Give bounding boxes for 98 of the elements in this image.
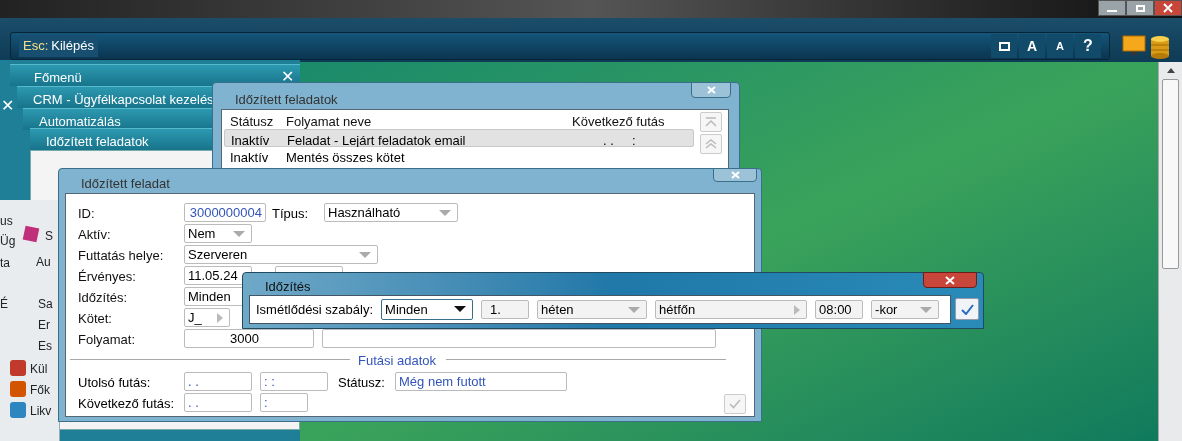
dropdown-arrow-icon	[454, 306, 467, 312]
close-button[interactable]	[691, 82, 731, 98]
table-cell-text: Mentés összes kötet	[286, 149, 405, 167]
window-title: Időzített feladatok	[235, 91, 338, 109]
table-cell-text: Inaktív	[231, 132, 270, 150]
menu-item-label[interactable]: Fők	[30, 381, 50, 399]
chevron-up-bar-icon	[705, 117, 717, 127]
field-label: Státusz:	[338, 374, 385, 392]
field-label: Folyamat:	[78, 331, 136, 349]
larger-font-button[interactable]: A	[1019, 34, 1045, 58]
table-row[interactable]: Inaktív Feladat - Lejárt feladatok email . . :	[224, 129, 694, 147]
section-title: Futási adatok	[358, 352, 437, 370]
window-title: Időzített feladat	[81, 175, 170, 193]
menu-item-label[interactable]: Sa	[38, 295, 53, 313]
field-label: Kötet:	[78, 310, 112, 328]
field-label: Ismétlődési szabály:	[256, 300, 374, 319]
rule-dropdown[interactable]: Minden	[381, 299, 474, 320]
column-header[interactable]: Státusz	[230, 112, 274, 132]
field-label: Időzítés:	[78, 289, 128, 307]
time-field[interactable]: :	[260, 393, 308, 412]
menu-item-icon	[10, 381, 26, 397]
menu-item-label[interactable]: Kül	[30, 360, 48, 378]
menu-item-icon	[10, 402, 26, 418]
check-icon	[729, 399, 741, 409]
number-field[interactable]: 1.	[481, 300, 530, 319]
type-dropdown[interactable]: Használható	[324, 203, 458, 222]
menu-item-label[interactable]: Üg	[0, 232, 16, 250]
field-label: Típus:	[272, 205, 309, 223]
menu-header-title: Főmenü	[34, 69, 82, 87]
close-button[interactable]	[713, 168, 757, 182]
monitor-icon[interactable]	[1122, 35, 1146, 57]
smaller-font-button[interactable]: A	[1047, 34, 1073, 58]
status-field: Még nem futott	[395, 372, 567, 391]
field-label: ID:	[78, 205, 95, 223]
date-field[interactable]: . .	[184, 372, 252, 391]
location-dropdown[interactable]: Szerveren	[184, 245, 378, 264]
unit-dropdown[interactable]: héten	[537, 300, 648, 319]
menu-item-label[interactable]: us	[0, 212, 13, 230]
right-arrow-icon	[794, 305, 801, 315]
maximize-button[interactable]	[1126, 0, 1154, 16]
menu-item-icon	[10, 360, 26, 376]
window-button[interactable]	[991, 34, 1017, 58]
column-header[interactable]: Folyamat neve	[286, 112, 372, 132]
close-icon	[945, 275, 955, 285]
scrollbar[interactable]	[1158, 62, 1182, 441]
double-chevron-up-icon	[705, 139, 717, 149]
process-name-field[interactable]	[322, 329, 716, 348]
dropdown-arrow-icon	[359, 252, 371, 258]
field-label: Futtatás helye:	[78, 247, 164, 265]
minimize-button[interactable]	[1098, 0, 1126, 16]
column-header[interactable]: Következő futás	[572, 112, 665, 132]
dropdown-arrow-icon	[233, 231, 245, 237]
menu-header-title: Automatizálás	[39, 113, 121, 131]
close-icon	[706, 86, 716, 94]
menu-header[interactable]: Időzített feladatok	[30, 128, 213, 150]
date-field[interactable]: 11.05.24	[184, 266, 252, 285]
day-field[interactable]: hétfőn	[655, 300, 808, 319]
time-field[interactable]: 08:00	[815, 300, 864, 319]
help-button[interactable]: ?	[1075, 34, 1101, 58]
dropdown-arrow-icon	[439, 210, 451, 216]
close-icon[interactable]: ✕	[1, 94, 14, 118]
menu-header-title: Időzített feladatok	[46, 133, 149, 151]
table-cell-text: . . :	[603, 132, 636, 150]
coins-icon[interactable]	[1150, 35, 1170, 59]
field-label: Érvényes:	[78, 268, 136, 286]
confirm-button[interactable]	[955, 298, 979, 320]
date-field[interactable]: . .	[184, 393, 252, 412]
process-field[interactable]: 3000	[184, 329, 314, 348]
table-cell-text: Feladat - Lejárt feladatok email	[287, 132, 466, 150]
close-button[interactable]	[923, 272, 977, 288]
dialog-title: Időzítés	[265, 278, 311, 296]
table-cell-text: Inaktív	[230, 149, 269, 167]
suffix-dropdown[interactable]: -kor	[871, 300, 940, 319]
right-arrow-icon	[217, 313, 223, 323]
menu-item-label[interactable]: Er	[38, 316, 50, 334]
menu-header-title: CRM - Ügyfélkapcsolat kezelés	[33, 91, 214, 109]
menu-item-label[interactable]: Es	[38, 337, 52, 355]
menu-header[interactable]: Főmenü ✕	[10, 64, 300, 86]
dropdown-arrow-icon	[920, 307, 933, 313]
volume-field[interactable]: J_	[184, 308, 230, 327]
field-label: Utolsó futás:	[78, 374, 151, 392]
dropdown-arrow-icon	[628, 307, 641, 313]
menu-item-label[interactable]: ta	[0, 254, 10, 272]
check-icon	[960, 303, 974, 315]
exit-button[interactable]: Esc: Kilépés	[19, 35, 98, 57]
time-field[interactable]: : :	[260, 372, 328, 391]
menu-item-label[interactable]: S	[45, 227, 53, 245]
menu-item-label[interactable]: Au	[36, 253, 51, 271]
field-label: Aktív:	[78, 226, 111, 244]
menu-item-label[interactable]: É	[0, 295, 8, 313]
field-label: Következő futás:	[78, 395, 175, 413]
id-field[interactable]: 3000000004	[184, 203, 266, 222]
menu-item-label[interactable]: Likv	[30, 402, 52, 420]
close-icon	[1163, 3, 1173, 13]
close-icon	[730, 171, 740, 179]
close-button[interactable]	[1154, 0, 1182, 16]
active-dropdown[interactable]: Nem	[184, 224, 252, 243]
menu-header[interactable]: Automatizálás	[23, 108, 213, 130]
